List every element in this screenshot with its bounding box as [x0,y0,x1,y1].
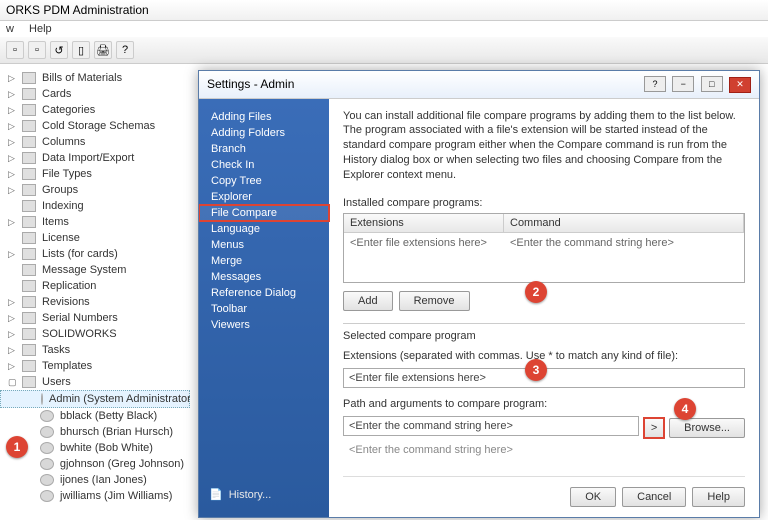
toolbar-btn-2[interactable]: ▫ [28,41,46,59]
toolbar-btn-help[interactable]: ? [116,41,134,59]
nav-toolbar[interactable]: Toolbar [199,301,329,317]
toolbar-btn-1[interactable]: ▫ [6,41,24,59]
cancel-button[interactable]: Cancel [622,487,686,507]
col-command[interactable]: Command [504,214,744,232]
help-button[interactable]: Help [692,487,745,507]
maximize-icon[interactable]: □ [701,76,723,92]
menu-bar: w Help [0,21,768,37]
tree-cards[interactable]: ▷Cards [0,86,190,102]
nav-adding-folders[interactable]: Adding Folders [199,125,329,141]
minimize-icon[interactable]: − [672,76,694,92]
window-title: ORKS PDM Administration [0,0,768,21]
help-icon[interactable]: ? [644,76,666,92]
user-bblack[interactable]: bblack (Betty Black) [0,408,190,424]
nav-menus[interactable]: Menus [199,237,329,253]
user-admin[interactable]: Admin (System Administrator) [0,390,190,408]
nav-file-compare[interactable]: File Compare [199,205,329,221]
user-ijones[interactable]: ijones (Ian Jones) [0,472,190,488]
close-icon[interactable]: ✕ [729,77,751,93]
callout-2: 2 [525,281,547,303]
programs-table[interactable]: Extensions Command <Enter file extension… [343,213,745,283]
ok-button[interactable]: OK [570,487,616,507]
nav-language[interactable]: Language [199,221,329,237]
menu-view[interactable]: w [6,23,14,35]
tree-lists[interactable]: ▷Lists (for cards) [0,246,190,262]
ext-label: Extensions (separated with commas. Use *… [343,350,745,362]
tree-templates[interactable]: ▷Templates [0,358,190,374]
tree-categories[interactable]: ▷Categories [0,102,190,118]
menu-help[interactable]: Help [29,23,52,35]
user-bwhite[interactable]: bwhite (Bob White) [0,440,190,456]
settings-nav: Adding Files Adding Folders Branch Check… [199,99,329,518]
col-extensions[interactable]: Extensions [344,214,504,232]
nav-branch[interactable]: Branch [199,141,329,157]
nav-check-in[interactable]: Check In [199,157,329,173]
nav-explorer[interactable]: Explorer [199,189,329,205]
tree-tasks[interactable]: ▷Tasks [0,342,190,358]
tree-serials[interactable]: ▷Serial Numbers [0,310,190,326]
tree-indexing[interactable]: Indexing [0,198,190,214]
nav-merge[interactable]: Merge [199,253,329,269]
tree-cold[interactable]: ▷Cold Storage Schemas [0,118,190,134]
callout-3: 3 [525,359,547,381]
arrow-button[interactable]: > [643,417,665,439]
tree-revisions[interactable]: ▷Revisions [0,294,190,310]
user-bhursch[interactable]: bhursch (Brian Hursch) [0,424,190,440]
installed-label: Installed compare programs: [343,197,745,209]
tree-msg[interactable]: Message System [0,262,190,278]
remove-button[interactable]: Remove [399,291,470,311]
dialog-title: Settings - Admin [207,77,294,91]
user-jwilliams[interactable]: jwilliams (Jim Williams) [0,488,190,504]
intro-text: You can install additional file compare … [343,109,745,183]
tree-filetypes[interactable]: ▷File Types [0,166,190,182]
toolbar-btn-5[interactable]: 🖨 [94,41,112,59]
nav-ref-dlg[interactable]: Reference Dialog [199,285,329,301]
preview-text: <Enter the command string here> [343,442,745,458]
tree-groups[interactable]: ▷Groups [0,182,190,198]
nav-copy-tree[interactable]: Copy Tree [199,173,329,189]
command-input[interactable] [343,416,639,436]
toolbar: ▫ ▫ ↺ ▯ 🖨 ? [0,37,768,64]
settings-dialog: Settings - Admin ? − □ ✕ Adding Files Ad… [198,70,760,518]
nav-messages[interactable]: Messages [199,269,329,285]
nav-history[interactable]: 📄 History... [199,482,329,507]
nav-tree: ▷Bills of Materials ▷Cards ▷Categories ▷… [0,64,190,520]
tree-bom[interactable]: ▷Bills of Materials [0,70,190,86]
callout-4: 4 [674,398,696,420]
cell-ext-ph: <Enter file extensions here> [344,233,504,253]
nav-adding-files[interactable]: Adding Files [199,109,329,125]
browse-button[interactable]: Browse... [669,418,745,438]
tree-license[interactable]: License [0,230,190,246]
tree-solidworks[interactable]: ▷SOLIDWORKS [0,326,190,342]
toolbar-btn-3[interactable]: ↺ [50,41,68,59]
tree-dataie[interactable]: ▷Data Import/Export [0,150,190,166]
add-button[interactable]: Add [343,291,393,311]
tree-columns[interactable]: ▷Columns [0,134,190,150]
tree-replication[interactable]: Replication [0,278,190,294]
table-row[interactable]: <Enter file extensions here> <Enter the … [344,233,744,253]
tree-users[interactable]: ▢Users [0,374,190,390]
toolbar-btn-4[interactable]: ▯ [72,41,90,59]
selected-label: Selected compare program [343,323,745,342]
callout-1: 1 [6,436,28,458]
tree-items[interactable]: ▷Items [0,214,190,230]
cell-cmd-ph: <Enter the command string here> [504,233,680,253]
user-gjohnson[interactable]: gjohnson (Greg Johnson) [0,456,190,472]
nav-viewers[interactable]: Viewers [199,317,329,333]
